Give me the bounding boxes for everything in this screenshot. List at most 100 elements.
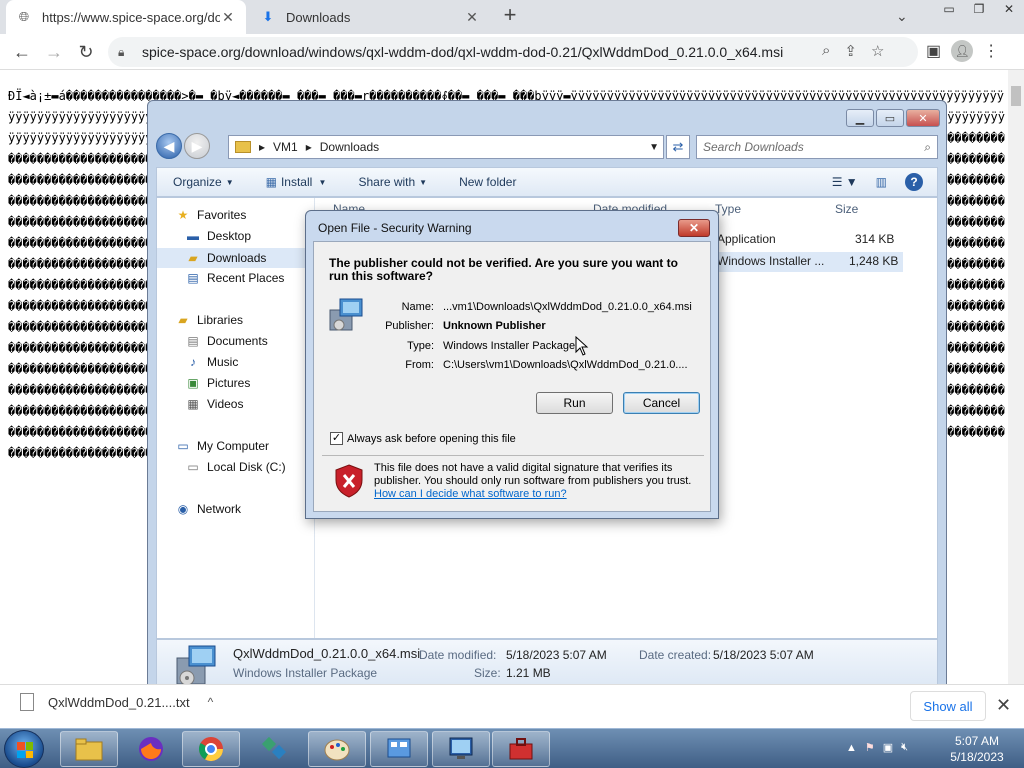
nav-local-disk[interactable]: ▭ Local Disk (C:) bbox=[185, 460, 285, 474]
taskbar-chrome[interactable] bbox=[182, 731, 240, 767]
file-size: 314 KB bbox=[855, 232, 895, 246]
details-date-modified: 5/18/2023 5:07 AM bbox=[506, 648, 607, 662]
column-size[interactable]: Size bbox=[835, 202, 858, 216]
nav-my-computer[interactable]: ▭ My Computer bbox=[175, 439, 269, 453]
nav-favorites[interactable]: ★ Favorites bbox=[175, 208, 247, 222]
search-downloads-input[interactable]: Search Downloads ⌕ bbox=[696, 135, 938, 159]
nav-pictures[interactable]: ▣ Pictures bbox=[185, 376, 250, 390]
msi-package-icon bbox=[176, 645, 216, 686]
download-item[interactable]: QxlWddmDod_0.21....txt ^ bbox=[20, 693, 213, 711]
dialog-close-button[interactable]: ✕ bbox=[678, 219, 710, 237]
taskbar-paint[interactable] bbox=[308, 731, 366, 767]
lock-icon[interactable]: 🔒︎ bbox=[118, 45, 132, 60]
taskbar-firefox[interactable] bbox=[122, 731, 180, 767]
system-tray: ▲ ⚑ ▣ 🔇︎ bbox=[846, 741, 908, 754]
help-icon[interactable]: ? bbox=[905, 173, 923, 191]
action-center-icon[interactable]: ⚑ bbox=[865, 741, 875, 754]
nav-downloads[interactable]: ▰ Downloads bbox=[157, 248, 314, 268]
nav-label: Music bbox=[207, 355, 239, 369]
close-window-button[interactable]: ✕ bbox=[994, 0, 1024, 18]
refresh-button[interactable]: ⇄ bbox=[666, 135, 690, 159]
volume-muted-icon[interactable]: 🔇︎ bbox=[901, 741, 908, 754]
install-button[interactable]: ▦ Install ▼ bbox=[250, 175, 343, 189]
taskbar-network-app[interactable] bbox=[246, 731, 304, 767]
show-all-button[interactable]: Show all bbox=[910, 691, 986, 721]
nav-label: Favorites bbox=[197, 208, 247, 222]
scrollbar-thumb[interactable] bbox=[1011, 86, 1021, 106]
breadcrumb-sep-icon[interactable]: ▸ bbox=[306, 140, 312, 154]
install-icon: ▦ bbox=[265, 175, 277, 189]
breadcrumb-sep-icon[interactable]: ▸ bbox=[259, 140, 265, 154]
close-shelf-icon[interactable]: ✕ bbox=[996, 695, 1011, 716]
run-button[interactable]: Run bbox=[536, 392, 613, 414]
show-hidden-icons-icon[interactable]: ▲ bbox=[846, 742, 857, 754]
nav-libraries[interactable]: ▰ Libraries bbox=[175, 313, 243, 327]
menu-kebab-icon[interactable]: ⋮ bbox=[983, 41, 999, 61]
help-link[interactable]: How can I decide what software to run? bbox=[374, 488, 567, 500]
nav-label: My Computer bbox=[197, 439, 270, 453]
checkbox-checked-icon[interactable]: ✓ bbox=[330, 432, 343, 445]
start-button[interactable] bbox=[4, 730, 44, 768]
share-with-button[interactable]: Share with ▼ bbox=[342, 175, 443, 189]
explorer-minimize-button[interactable]: ▁ bbox=[846, 109, 874, 127]
network-status-icon[interactable]: ▣ bbox=[883, 741, 893, 754]
close-tab-icon[interactable]: ✕ bbox=[464, 9, 480, 26]
from-label: From: bbox=[405, 359, 434, 371]
nav-videos[interactable]: ▦ Videos bbox=[185, 397, 243, 411]
nav-documents[interactable]: ▤ Documents bbox=[185, 334, 267, 348]
cancel-button[interactable]: Cancel bbox=[623, 392, 700, 414]
breadcrumb-downloads[interactable]: Downloads bbox=[320, 140, 379, 154]
command-bar-right: ☰ ▼ ▥ ? bbox=[832, 173, 937, 191]
breadcrumb-vm1[interactable]: VM1 bbox=[273, 140, 298, 154]
file-row-selected[interactable]: Windows Installer ... 1,248 KB bbox=[713, 252, 903, 272]
tab-spice-space[interactable]: 🌐︎ https://www.spice-space.org/dov ✕ bbox=[6, 0, 246, 34]
explorer-maximize-button[interactable]: ▭ bbox=[876, 109, 904, 127]
close-tab-icon[interactable]: ✕ bbox=[220, 9, 236, 26]
reload-button[interactable]: ↻ bbox=[74, 40, 98, 64]
explorer-forward-button[interactable]: ▶ bbox=[184, 133, 210, 159]
star-icon[interactable]: ☆ bbox=[871, 42, 884, 60]
file-row[interactable]: Application 314 KB bbox=[717, 232, 903, 246]
search-icon[interactable]: ⌕ bbox=[924, 140, 931, 155]
name-value: ...vm1\Downloads\QxlWddmDod_0.21.0.0_x64… bbox=[443, 301, 692, 313]
breadcrumb-dropdown-icon[interactable]: ▼ bbox=[649, 142, 659, 153]
explorer-back-button[interactable]: ◀ bbox=[156, 133, 182, 159]
new-folder-button[interactable]: New folder bbox=[443, 175, 532, 189]
always-ask-checkbox[interactable]: ✓ Always ask before opening this file bbox=[330, 432, 516, 445]
nav-recent-places[interactable]: ▤ Recent Places bbox=[185, 271, 284, 285]
taskbar-remote-desktop[interactable] bbox=[432, 731, 490, 767]
profile-avatar-icon[interactable]: 👤︎ bbox=[951, 40, 974, 62]
search-icon[interactable]: ⌕ bbox=[822, 42, 830, 60]
nav-network[interactable]: ◉ Network bbox=[175, 502, 241, 516]
new-tab-button[interactable]: + bbox=[498, 4, 522, 28]
taskbar-clock[interactable]: 5:07 AM 5/18/2023 bbox=[940, 733, 1014, 765]
restore-button[interactable]: ❐ bbox=[964, 0, 994, 18]
side-panel-icon[interactable]: ▣ bbox=[926, 41, 941, 61]
taskbar-control-panel[interactable] bbox=[370, 731, 428, 767]
address-bar[interactable]: 🔒︎ spice-space.org/download/windows/qxl-… bbox=[108, 37, 918, 67]
tab-search-icon[interactable]: ⌄ bbox=[896, 8, 908, 25]
chevron-down-icon: ▼ bbox=[316, 177, 327, 187]
taskbar-explorer[interactable] bbox=[60, 731, 118, 767]
type-value: Windows Installer Package bbox=[443, 340, 576, 352]
taskbar-toolbox[interactable] bbox=[492, 731, 550, 767]
nav-music[interactable]: ♪ Music bbox=[185, 355, 238, 369]
back-button[interactable]: ← bbox=[10, 40, 34, 64]
page-scrollbar[interactable] bbox=[1008, 70, 1024, 685]
tab-title: https://www.spice-space.org/dov bbox=[42, 9, 220, 25]
breadcrumb[interactable]: ▸ VM1 ▸ Downloads ▼ bbox=[228, 135, 664, 159]
explorer-close-button[interactable]: ✕ bbox=[906, 109, 940, 127]
network-icon: ◉ bbox=[177, 502, 189, 516]
view-options-icon[interactable]: ☰ ▼ bbox=[832, 175, 858, 189]
tab-downloads[interactable]: ⬇ Downloads ✕ bbox=[250, 0, 490, 34]
share-icon[interactable]: ⇪ bbox=[844, 42, 857, 60]
chevron-up-icon[interactable]: ^ bbox=[208, 695, 214, 709]
window-controls: ▭ ❐ ✕ bbox=[934, 0, 1024, 20]
preview-pane-icon[interactable]: ▥ bbox=[876, 175, 887, 189]
forward-button[interactable]: → bbox=[42, 40, 66, 64]
nav-desktop[interactable]: ▬ Desktop bbox=[185, 229, 251, 243]
browser-right-icons: ▣ 👤︎ ⋮ bbox=[926, 40, 999, 62]
monitor-icon bbox=[449, 737, 473, 759]
organize-button[interactable]: Organize ▼ bbox=[157, 175, 250, 189]
minimize-button[interactable]: ▭ bbox=[934, 0, 964, 18]
